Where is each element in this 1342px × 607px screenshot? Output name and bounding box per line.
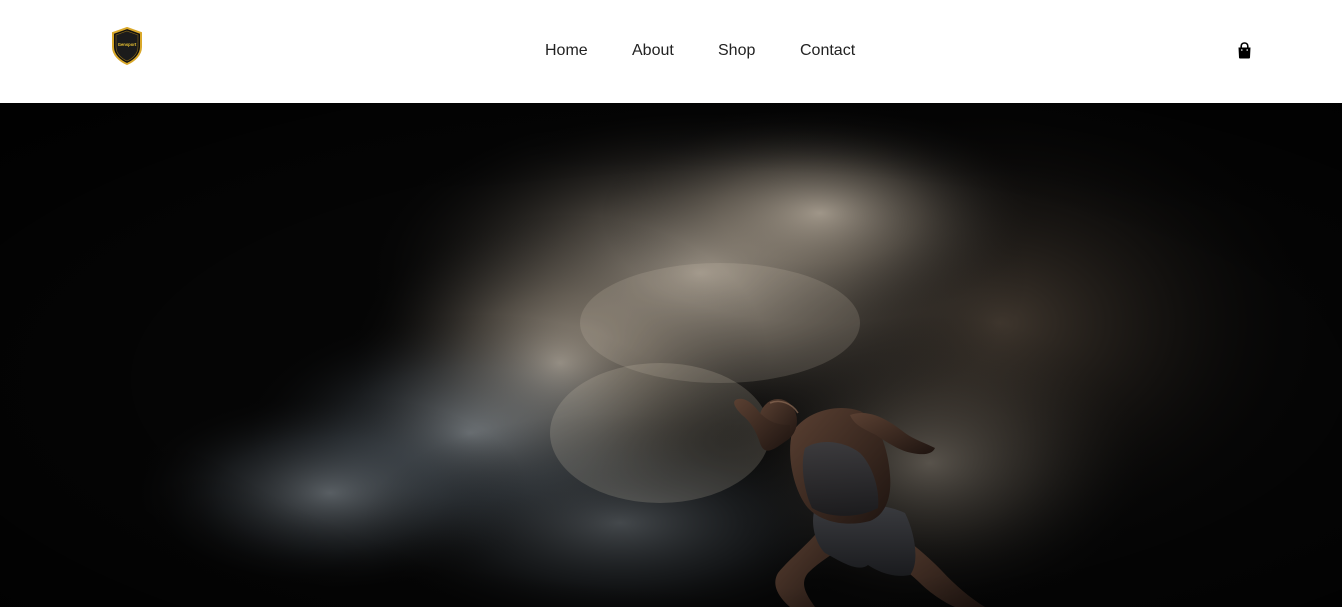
nav-home[interactable]: Home: [545, 41, 588, 61]
site-header: Gensport Home About Shop Contact: [0, 0, 1342, 103]
main-nav: Home About Shop Contact: [0, 0, 1342, 103]
nav-shop[interactable]: Shop: [718, 41, 755, 61]
site-logo[interactable]: Gensport: [111, 27, 143, 65]
nav-about[interactable]: About: [632, 41, 674, 61]
shield-logo-icon: Gensport: [112, 27, 142, 65]
cart-button[interactable]: [1237, 42, 1252, 59]
hero-banner: [0, 103, 1342, 607]
shopping-bag-icon: [1238, 42, 1251, 59]
nav-contact[interactable]: Contact: [800, 41, 855, 61]
logo-text: Gensport: [118, 42, 137, 47]
hero-image: [0, 103, 1342, 607]
